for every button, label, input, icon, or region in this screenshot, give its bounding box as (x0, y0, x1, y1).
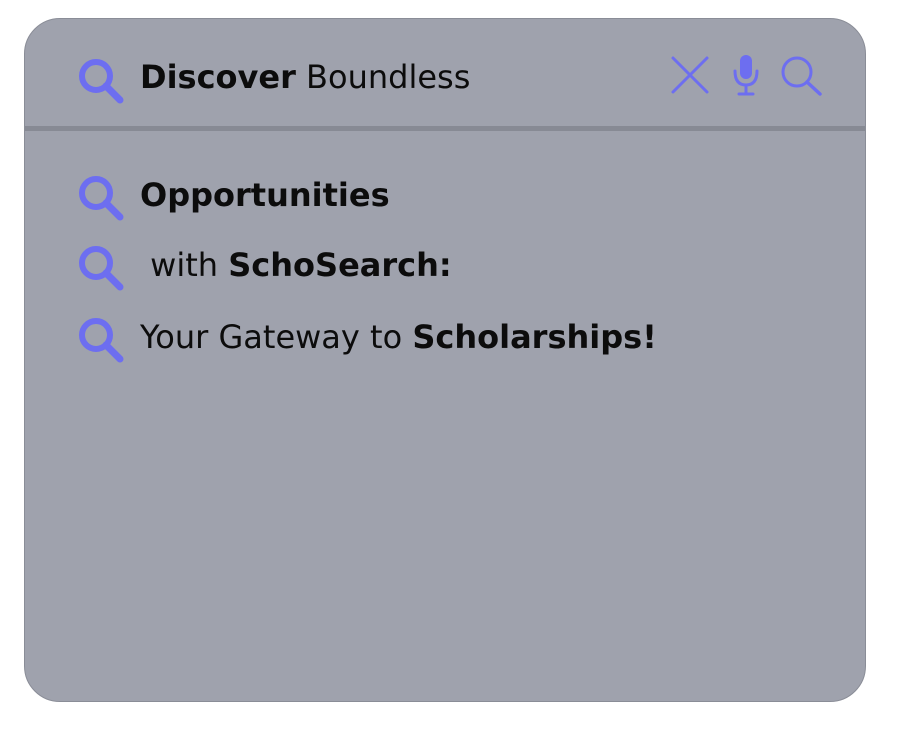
microphone-icon[interactable] (731, 53, 761, 97)
suggestion-text: Opportunities (140, 173, 390, 217)
search-input[interactable]: Discover Boundless (140, 55, 470, 99)
search-panel: Discover Boundless Opportunities with Sc… (24, 18, 866, 702)
search-bar[interactable]: Discover Boundless (25, 19, 865, 129)
divider (25, 126, 865, 131)
suggestion-pre: with (140, 246, 229, 284)
search-icon (79, 246, 124, 291)
suggestion-bold: SchoSearch: (228, 246, 452, 284)
search-icon[interactable] (777, 53, 825, 97)
suggestion-text: Your Gateway to Scholarships! (140, 315, 657, 359)
suggestion-bold: Scholarships! (412, 318, 657, 356)
suggestion-item[interactable]: Opportunities (73, 167, 813, 223)
suggestion-text: with SchoSearch: (140, 243, 452, 287)
search-icon (79, 318, 124, 363)
close-icon[interactable] (667, 53, 713, 97)
suggestion-pre: Your Gateway to (140, 318, 413, 356)
query-rest-text: Boundless (295, 58, 471, 96)
query-bold-text: Discover (140, 58, 296, 96)
suggestion-item[interactable]: with SchoSearch: (73, 237, 813, 293)
suggestion-bold: Opportunities (140, 176, 390, 214)
suggestion-item[interactable]: Your Gateway to Scholarships! (73, 309, 813, 365)
search-icon (79, 59, 124, 104)
search-icon (79, 176, 124, 221)
